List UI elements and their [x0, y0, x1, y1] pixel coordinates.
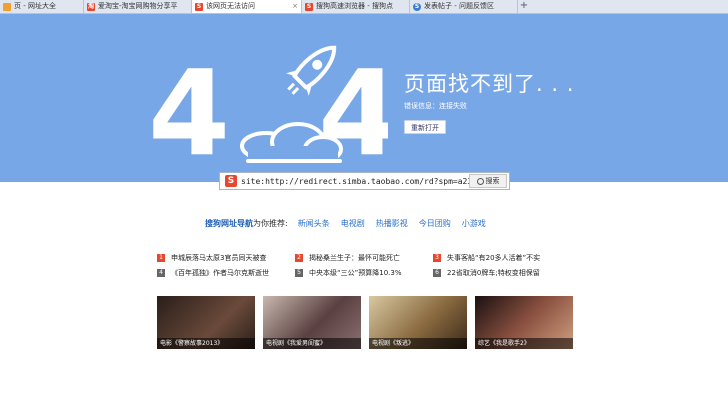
thumbnail-defection[interactable]: 电视剧《叛逃》: [369, 296, 467, 349]
news-text: 揭秘桑兰生子：最怀可能死亡: [309, 253, 400, 262]
rank-badge: 2: [295, 253, 303, 262]
video-thumbnails: 电影《警察故事2013》 电视剧《我爱男闺蜜》 电视剧《叛逃》 综艺《我是歌手2…: [157, 296, 581, 349]
tab-label: 搜狗高速浏览器 - 搜狗点: [316, 2, 393, 10]
search-input[interactable]: site:http://redirect.simba.taobao.com/rd…: [241, 177, 469, 186]
rank-badge: 4: [157, 268, 165, 277]
taobao-icon: 淘: [87, 2, 95, 11]
search-box: S site:http://redirect.simba.taobao.com/…: [219, 172, 510, 190]
news-text: 失事客船“有20多人活着”不实: [447, 253, 541, 262]
sogou-logo-icon: S: [225, 175, 237, 187]
news-item[interactable]: 6 22省取消0牌车;特权变相保留: [433, 268, 571, 278]
rank-badge: 6: [433, 268, 441, 277]
news-item[interactable]: 4 《百年孤独》作者马尔克斯逝世: [157, 268, 295, 278]
news-text: 中央本级“三公”预算降10.3%: [309, 268, 402, 277]
news-text: 申城辰落马太原3官员同天被查: [171, 253, 267, 262]
thumbnail-caption: 综艺《我是歌手2》: [475, 338, 573, 349]
rank-badge: 5: [295, 268, 303, 277]
tab-label: 页 - 网址大全: [14, 2, 56, 10]
thumbnail-caption: 电视剧《叛逃》: [369, 338, 467, 349]
news-text: 《百年孤独》作者马尔克斯逝世: [171, 268, 269, 277]
tab-label: 爱淘宝-淘宝网购物分享平: [98, 2, 178, 10]
error-info: 错误信息：连接失败: [404, 102, 467, 110]
news-item[interactable]: 2 揭秘桑兰生子：最怀可能死亡: [295, 253, 433, 263]
nav-link-tv[interactable]: 电视剧: [341, 218, 365, 229]
news-text: 22省取消0牌车;特权变相保留: [447, 268, 540, 277]
close-icon[interactable]: ×: [290, 0, 298, 13]
news-row: 1 申城辰落马太原3官员同天被查 2 揭秘桑兰生子：最怀可能死亡 3 失事客船“…: [157, 250, 577, 265]
tab-page-unavailable[interactable]: S 该网页无法访问 ×: [192, 0, 302, 13]
news-item[interactable]: 1 申城辰落马太原3官员同天被查: [157, 253, 295, 263]
nav-link-groupbuy[interactable]: 今日团购: [419, 218, 451, 229]
forum-icon: S: [413, 2, 421, 11]
sogou-icon: S: [305, 2, 313, 11]
nav-link-movies[interactable]: 热播影视: [376, 218, 408, 229]
news-item[interactable]: 3 失事客船“有20多人活着”不实: [433, 253, 571, 263]
recommend-label: 为你推荐:: [253, 219, 288, 228]
error-code-graphic: 4 4: [148, 44, 388, 174]
rank-badge: 1: [157, 253, 165, 262]
thumbnail-caption: 电影《警察故事2013》: [157, 338, 255, 349]
tab-label: 发表帖子 - 问题反馈区: [424, 2, 494, 10]
sogou-nav-link[interactable]: 搜狗网址导航: [205, 218, 253, 229]
error-banner: 4 4 页面找不到了. . . 错误信息：连接失败 重新打开: [0, 14, 728, 182]
error-code-right-digit: 4: [318, 44, 388, 174]
news-item[interactable]: 5 中央本级“三公”预算降10.3%: [295, 268, 433, 278]
error-code: 4: [148, 44, 230, 174]
thumbnail-caption: 电视剧《我爱男闺蜜》: [263, 338, 361, 349]
sogou-icon: S: [195, 2, 203, 11]
thumbnail-police-story[interactable]: 电影《警察故事2013》: [157, 296, 255, 349]
tab-strip: 页 - 网址大全 淘 爱淘宝-淘宝网购物分享平 S 该网页无法访问 × S 搜狗…: [0, 0, 728, 14]
search-button-label: 搜索: [485, 177, 500, 185]
tab-post-forum[interactable]: S 发表帖子 - 问题反馈区: [410, 0, 518, 13]
recommend-nav: 搜狗网址导航 为你推荐: 新闻头条 电视剧 热播影视 今日团购 小游戏: [205, 218, 497, 229]
reopen-button[interactable]: 重新打开: [404, 120, 446, 134]
rank-badge: 3: [433, 253, 441, 262]
search-icon: [476, 177, 484, 185]
tab-sogou-browser[interactable]: S 搜狗高速浏览器 - 搜狗点: [302, 0, 410, 13]
news-row: 4 《百年孤独》作者马尔克斯逝世 5 中央本级“三公”预算降10.3% 6 22…: [157, 265, 577, 280]
tab-web-directory[interactable]: 页 - 网址大全: [0, 0, 84, 13]
tab-label: 该网页无法访问: [206, 2, 255, 10]
page-icon: [3, 2, 11, 11]
thumbnail-singer[interactable]: 综艺《我是歌手2》: [475, 296, 573, 349]
nav-link-games[interactable]: 小游戏: [462, 218, 486, 229]
search-button[interactable]: 搜索: [469, 174, 507, 188]
page-title: 页面找不到了. . .: [404, 72, 575, 96]
news-list: 1 申城辰落马太原3官员同天被查 2 揭秘桑兰生子：最怀可能死亡 3 失事客船“…: [157, 250, 577, 280]
thumbnail-male-bestie[interactable]: 电视剧《我爱男闺蜜》: [263, 296, 361, 349]
tab-aitaobao[interactable]: 淘 爱淘宝-淘宝网购物分享平: [84, 0, 192, 13]
nav-link-news[interactable]: 新闻头条: [298, 218, 330, 229]
new-tab-button[interactable]: +: [518, 0, 530, 13]
